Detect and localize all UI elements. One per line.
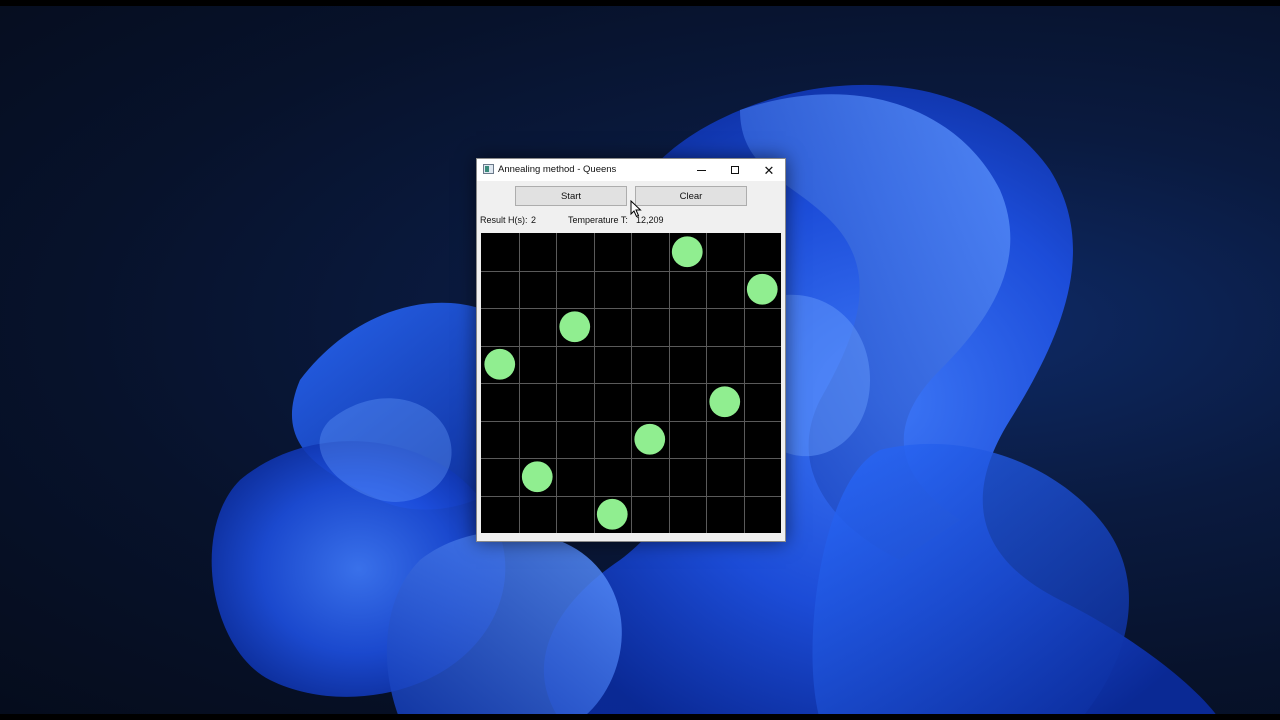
queen-piece	[521, 461, 553, 493]
minimize-icon	[696, 169, 706, 171]
queen-piece	[484, 348, 516, 380]
queen-piece	[746, 273, 778, 305]
mouse-cursor-icon	[630, 200, 642, 218]
close-button[interactable]: ✕	[752, 159, 786, 181]
result-value: 2	[531, 215, 537, 225]
result-label: Result H(s):	[480, 215, 528, 225]
maximize-icon	[731, 166, 739, 174]
queen-piece	[709, 386, 741, 418]
maximize-button[interactable]	[718, 159, 752, 181]
screen-top-bar	[0, 0, 1280, 6]
temperature-label: Temperature T:	[568, 215, 628, 225]
screen-bottom-bar	[0, 714, 1280, 720]
minimize-button[interactable]	[684, 159, 718, 181]
window-client-area: Start Clear Result H(s): 2 Temperature T…	[477, 181, 785, 541]
board-canvas	[481, 233, 781, 533]
queen-piece	[559, 311, 591, 343]
queen-piece	[596, 498, 628, 530]
queen-piece	[634, 423, 666, 455]
clear-button[interactable]: Clear	[635, 186, 747, 206]
window-title: Annealing method - Queens	[498, 164, 617, 175]
app-icon	[483, 164, 494, 174]
title-bar[interactable]: Annealing method - Queens ✕	[477, 159, 785, 181]
close-icon: ✕	[763, 162, 775, 178]
start-button[interactable]: Start	[515, 186, 627, 206]
queens-board[interactable]	[481, 233, 781, 533]
queen-piece	[671, 236, 703, 268]
